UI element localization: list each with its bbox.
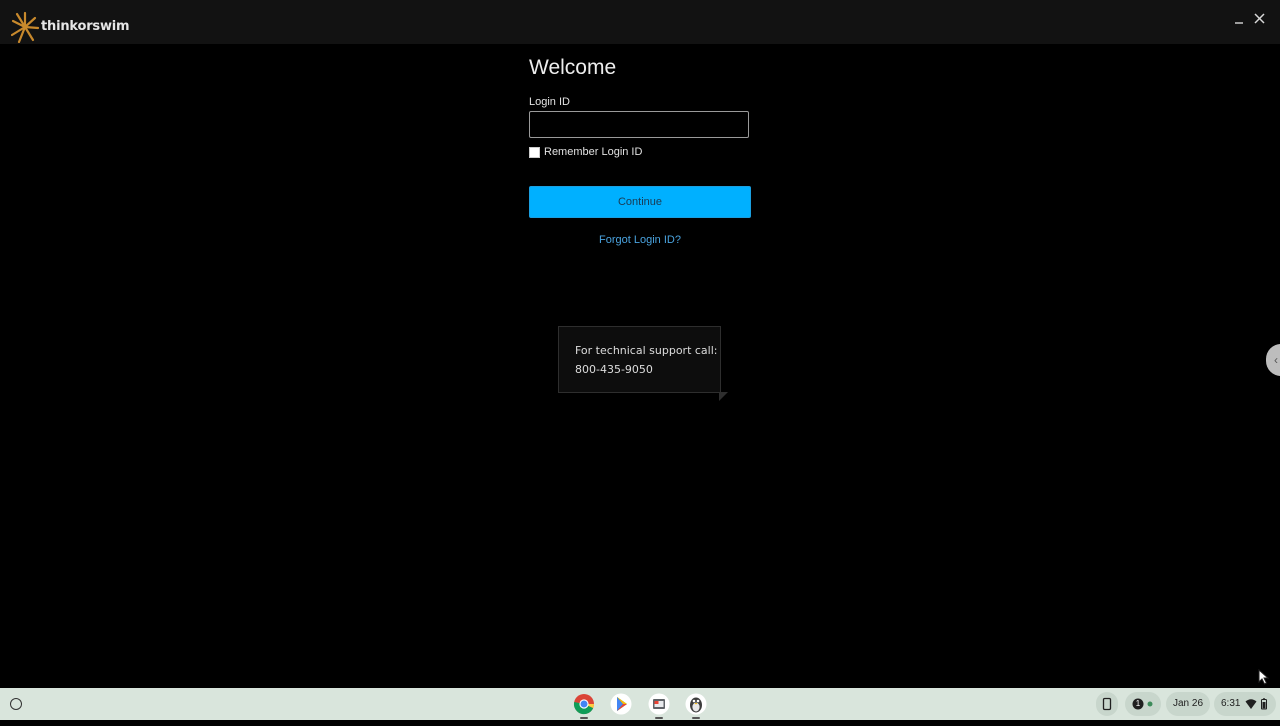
- support-phone: 800-435-9050: [575, 363, 653, 376]
- launcher-icon[interactable]: [10, 698, 22, 710]
- continue-button[interactable]: Continue: [529, 186, 751, 218]
- wifi-icon: [1245, 699, 1257, 709]
- phone-hub-button[interactable]: [1096, 692, 1118, 716]
- linux-running-indicator: [692, 717, 700, 719]
- app-window: thinkorswim Welcome Login ID Remember Lo…: [0, 0, 1280, 688]
- system-shelf: 1 Jan 26 6:31: [0, 688, 1280, 720]
- login-id-input[interactable]: [529, 111, 749, 138]
- thinkorswim-logo-icon: [11, 11, 39, 43]
- remember-login-label[interactable]: Remember Login ID: [544, 146, 642, 158]
- forgot-login-link[interactable]: Forgot Login ID?: [529, 234, 751, 246]
- login-id-label: Login ID: [529, 96, 570, 108]
- welcome-heading: Welcome: [529, 56, 617, 79]
- phone-icon: [1102, 697, 1112, 711]
- chrome-running-indicator: [580, 717, 588, 719]
- date-button[interactable]: Jan 26: [1166, 692, 1210, 716]
- files-running-indicator: [655, 717, 663, 719]
- mouse-cursor-icon: [1258, 669, 1270, 685]
- close-icon: [1254, 13, 1265, 24]
- clock: 6:31: [1221, 698, 1241, 709]
- status-area-button[interactable]: 6:31: [1214, 692, 1276, 716]
- play-store-icon[interactable]: [610, 693, 632, 715]
- title-bar: thinkorswim: [0, 0, 1280, 44]
- minimize-icon: [1235, 22, 1243, 24]
- linux-penguin-icon[interactable]: [685, 693, 707, 715]
- notification-count: 1: [1135, 699, 1141, 708]
- app-title: thinkorswim: [41, 19, 130, 34]
- support-tooltip: For technical support call: 800-435-9050: [558, 326, 721, 393]
- side-panel-handle[interactable]: ‹: [1266, 344, 1280, 376]
- minimize-button[interactable]: [1230, 10, 1248, 28]
- remember-login-checkbox[interactable]: [529, 147, 540, 158]
- notification-count-icon: [1132, 698, 1153, 710]
- close-button[interactable]: [1251, 10, 1269, 28]
- support-text: For technical support call:: [575, 344, 718, 357]
- support-tooltip-tail: [719, 392, 728, 401]
- files-icon[interactable]: [648, 693, 670, 715]
- notification-button[interactable]: 1: [1125, 692, 1161, 716]
- chrome-icon[interactable]: [573, 693, 595, 715]
- battery-icon: [1261, 698, 1267, 710]
- chevron-left-icon: ‹: [1274, 353, 1278, 367]
